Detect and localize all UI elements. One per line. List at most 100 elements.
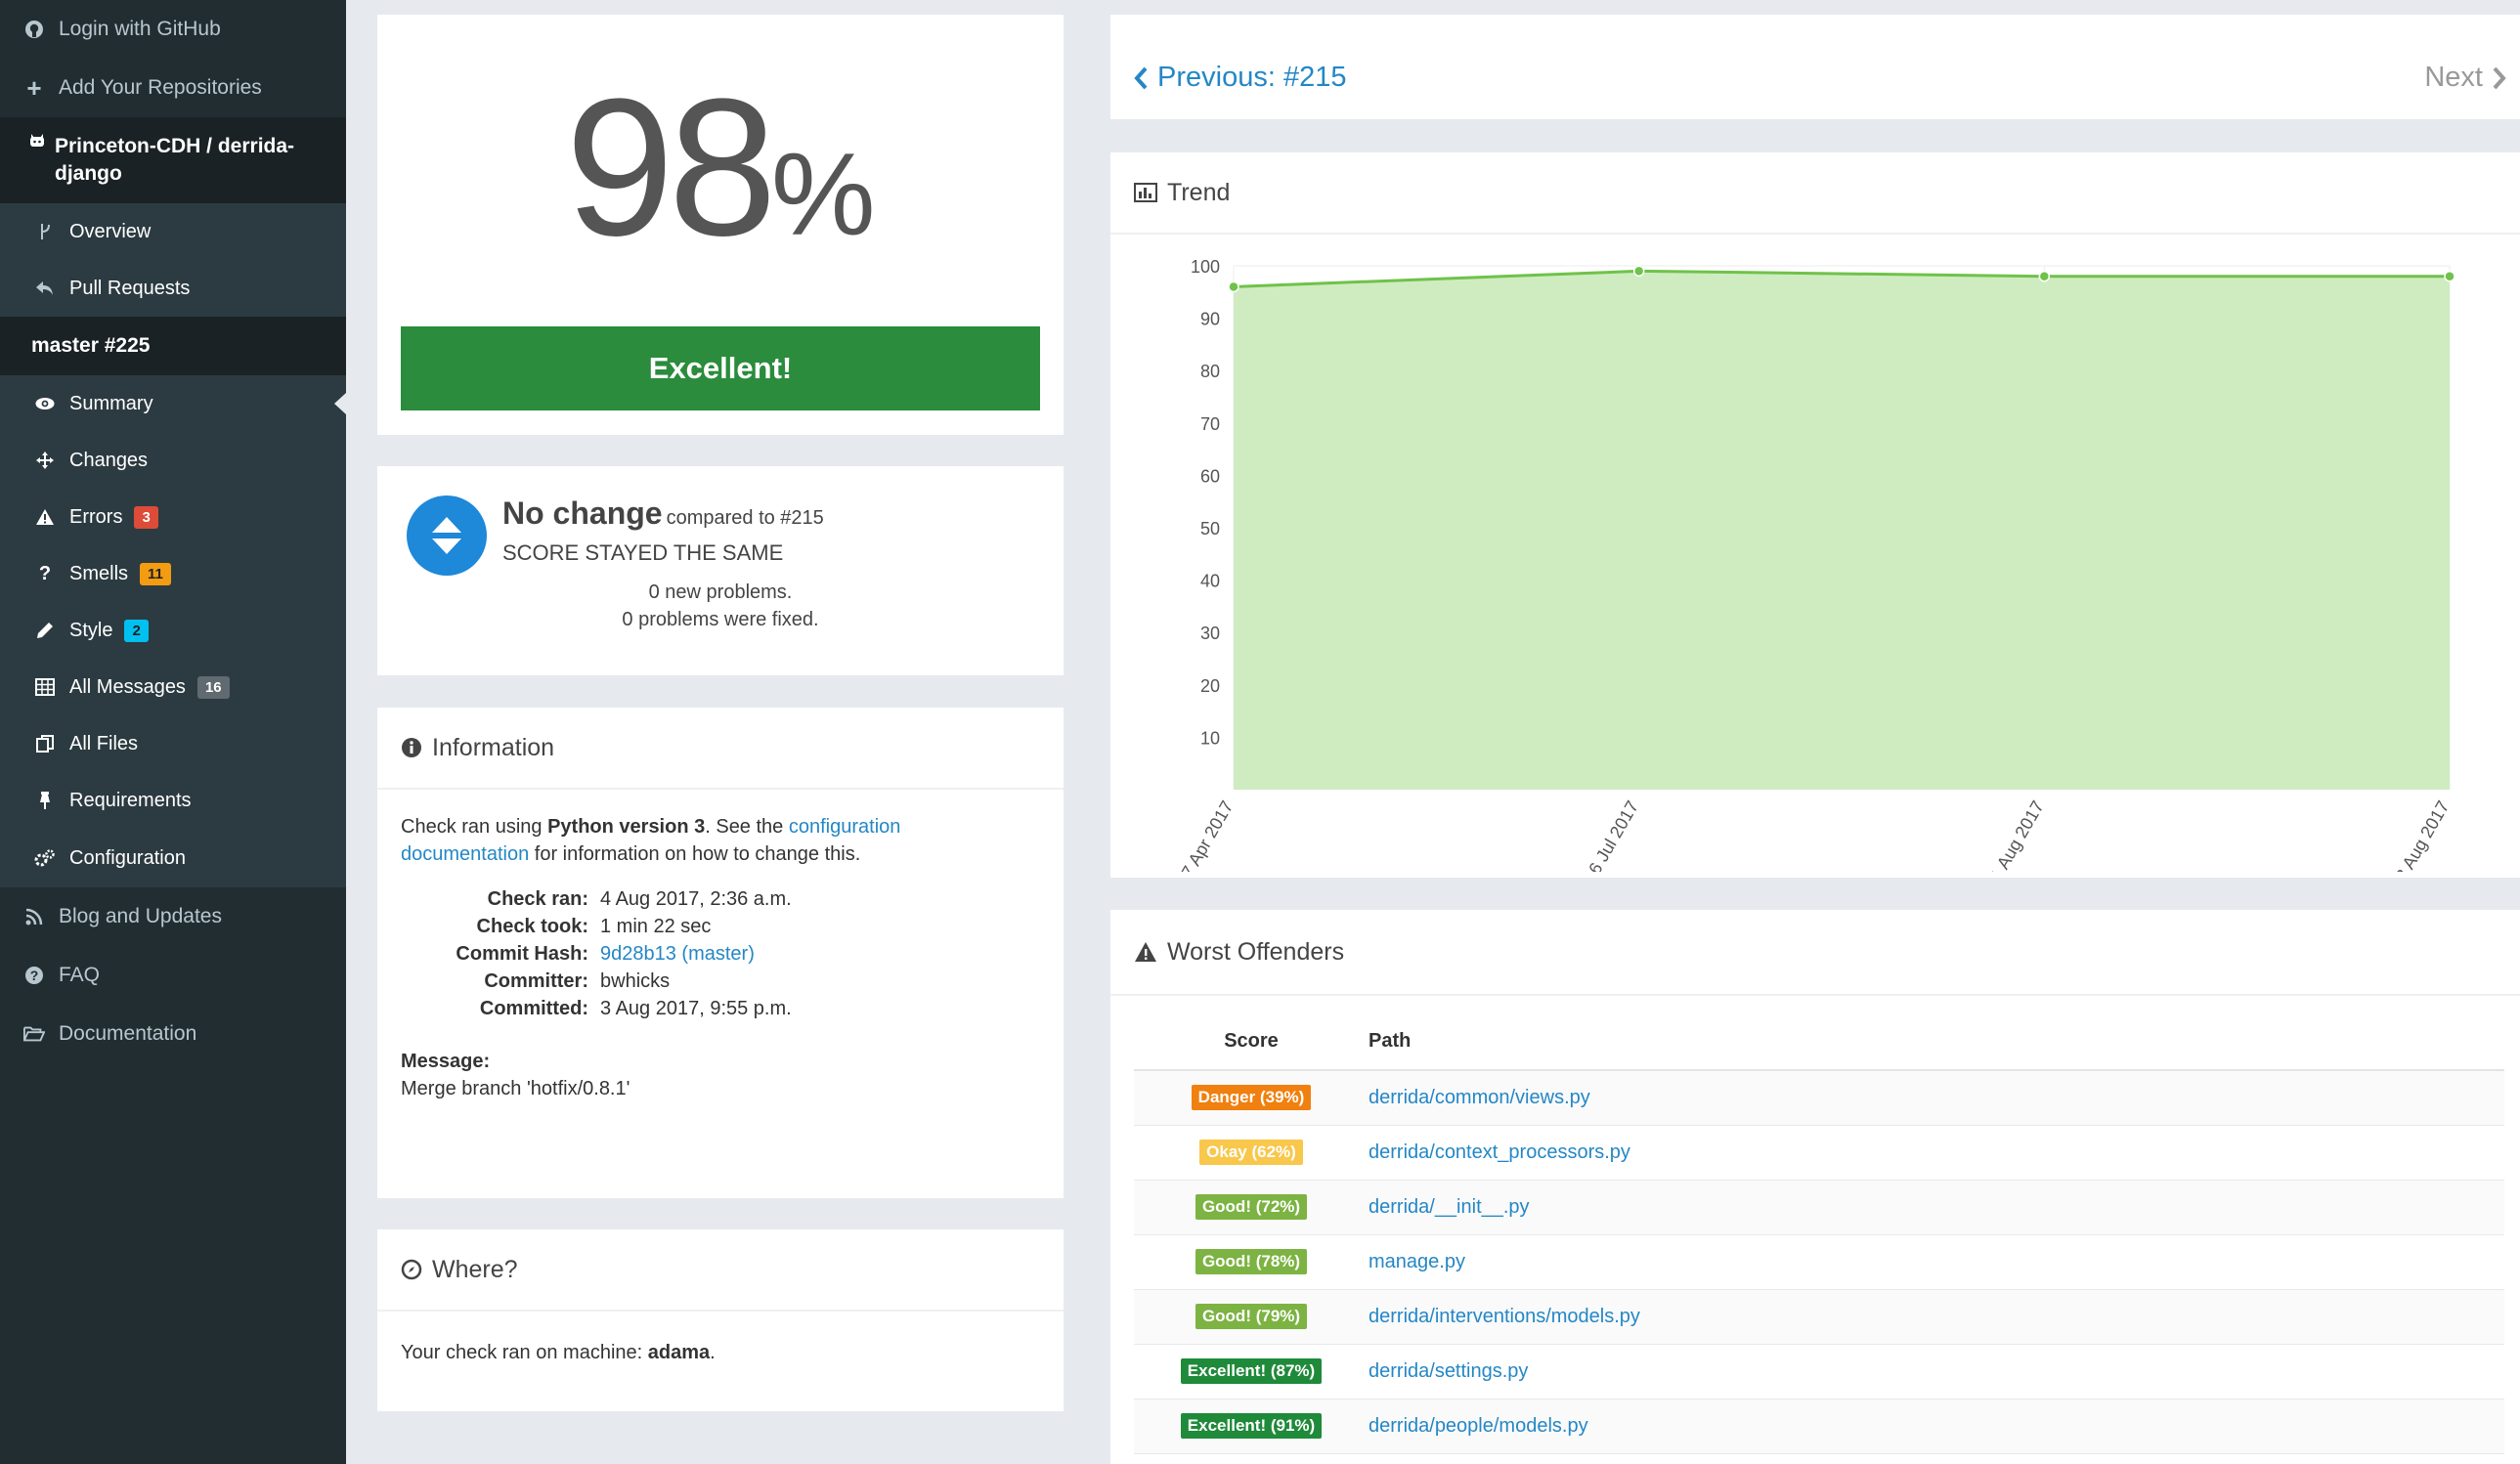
score-label: Excellent! (91%): [1180, 1413, 1323, 1439]
table-icon: [34, 678, 56, 696]
y-tick-label: 20: [1200, 676, 1220, 696]
score-value: 98%: [565, 59, 876, 277]
blog-link[interactable]: Blog and Updates: [0, 887, 346, 946]
sidebar-item-label: Requirements: [69, 789, 192, 811]
sidebar-item-label: Overview: [69, 220, 152, 242]
file-path-link[interactable]: manage.py: [1369, 1251, 1465, 1272]
x-tick-label: 27 Apr 2017: [1173, 797, 1238, 872]
add-repositories-label: Add Your Repositories: [59, 76, 262, 99]
data-point: [2038, 270, 2051, 282]
add-repositories-link[interactable]: + Add Your Repositories: [0, 59, 346, 117]
detail-key: Committer:: [484, 970, 588, 992]
sidebar-item-style[interactable]: Style 2: [0, 602, 346, 659]
information-title: Information: [432, 733, 555, 761]
file-path-link[interactable]: derrida/__init__.py: [1369, 1196, 1530, 1218]
svg-text:?: ?: [30, 968, 39, 983]
file-path-link[interactable]: derrida/common/views.py: [1369, 1087, 1590, 1108]
pin-icon: [34, 791, 56, 810]
gears-icon: [34, 848, 56, 868]
commit-hash-link[interactable]: 9d28b13 (master): [600, 940, 1040, 968]
y-tick-label: 70: [1200, 414, 1220, 434]
score-unit: %: [770, 129, 876, 260]
sidebar-item-errors[interactable]: Errors 3: [0, 489, 346, 545]
file-path-link[interactable]: derrida/settings.py: [1369, 1360, 1528, 1382]
sidebar-item-requirements[interactable]: Requirements: [0, 772, 346, 829]
sidebar-item-smells[interactable]: ? Smells 11: [0, 545, 346, 602]
octocat-icon: [29, 133, 45, 149]
arrows-icon: [34, 451, 56, 470]
plus-icon: +: [26, 72, 42, 103]
folder-open-icon: [23, 1025, 45, 1043]
y-tick-label: 10: [1200, 728, 1220, 748]
information-header: Information: [377, 708, 1064, 790]
previous-build-label: Previous: #215: [1157, 62, 1347, 93]
compass-icon: [401, 1259, 422, 1280]
style-badge: 2: [124, 619, 149, 642]
detail-key: Check ran:: [487, 888, 588, 910]
where-title: Where?: [432, 1255, 518, 1283]
sidebar-item-label: Changes: [69, 449, 149, 471]
data-point: [1632, 265, 1645, 278]
score-label: Danger (39%): [1191, 1085, 1312, 1111]
sidebar-item-summary[interactable]: Summary: [0, 375, 346, 432]
documentation-label: Documentation: [59, 1022, 197, 1045]
table-row: Good! (72%) derrida/__init__.py: [1134, 1180, 2504, 1235]
score-rating-banner: Excellent!: [401, 326, 1040, 410]
next-build-link[interactable]: Next: [2424, 62, 2506, 94]
table-row: Excellent! (91%) derrida/people/models.p…: [1134, 1399, 2504, 1454]
y-tick-label: 90: [1200, 310, 1220, 329]
fixed-problems-text: 0 problems were fixed.: [622, 609, 819, 630]
file-path-link[interactable]: derrida/people/models.py: [1369, 1415, 1588, 1437]
repo-name: Princeton-CDH / derrida-django: [55, 135, 295, 185]
change-subtitle: SCORE STAYED THE SAME: [502, 540, 784, 565]
trend-header: Trend: [1110, 152, 2520, 235]
table-header-row: Score Path: [1134, 1013, 2504, 1071]
x-tick-label: 01 Aug 2017: [1981, 797, 2048, 872]
x-tick-label: 06 Jul 2017: [1580, 797, 1642, 872]
branch-name: master #225: [31, 334, 151, 357]
detail-key: Check took:: [476, 916, 588, 937]
question-circle-icon: ?: [23, 966, 45, 985]
sidebar-item-all-messages[interactable]: All Messages 16: [0, 659, 346, 715]
repo-link[interactable]: Princeton-CDH / derrida-django: [0, 117, 346, 203]
branch-link[interactable]: master #225: [0, 317, 346, 375]
faq-label: FAQ: [59, 964, 101, 986]
active-caret-icon: [334, 393, 346, 414]
score-panel: 98% Excellent!: [377, 15, 1064, 435]
faq-link[interactable]: ? FAQ: [0, 946, 346, 1005]
information-body: Check ran using Python version 3. See th…: [377, 790, 1064, 1126]
rss-icon: [23, 908, 45, 926]
file-path-link[interactable]: derrida/interventions/models.py: [1369, 1306, 1640, 1327]
sidebar-item-all-files[interactable]: All Files: [0, 715, 346, 772]
new-problems-text: 0 new problems.: [648, 581, 793, 603]
column-header-score: Score: [1134, 1013, 1369, 1071]
previous-build-link[interactable]: Previous: #215: [1134, 62, 1346, 94]
sidebar-item-changes[interactable]: Changes: [0, 432, 346, 489]
blog-label: Blog and Updates: [59, 905, 222, 927]
table-row: Excellent! (87%) derrida/settings.py: [1134, 1344, 2504, 1399]
sidebar-item-overview[interactable]: Overview: [0, 203, 346, 260]
login-github-link[interactable]: Login with GitHub: [0, 0, 346, 59]
question-icon: ?: [38, 562, 52, 584]
detail-key: Committed:: [479, 998, 588, 1019]
documentation-link[interactable]: Documentation: [0, 1005, 346, 1063]
sidebar-item-label: Summary: [69, 392, 153, 414]
sidebar-item-pull-requests[interactable]: Pull Requests: [0, 260, 346, 317]
reply-icon: [34, 280, 56, 297]
y-tick-label: 30: [1200, 624, 1220, 643]
python-version: Python version 3: [547, 816, 706, 838]
login-label: Login with GitHub: [59, 18, 221, 40]
sidebar-item-label: Style: [69, 619, 113, 641]
x-tick-label: 03 Aug 2017: [2387, 797, 2454, 872]
sidebar-item-label: All Files: [69, 732, 139, 754]
change-compared: compared to #215: [666, 507, 824, 529]
sidebar-item-label: Errors: [69, 505, 123, 528]
change-title: No change compared to #215: [502, 495, 824, 531]
file-path-link[interactable]: derrida/context_processors.py: [1369, 1141, 1630, 1163]
github-icon: [23, 20, 45, 39]
sidebar-item-configuration[interactable]: Configuration: [0, 829, 346, 887]
committer-value: bwhicks: [600, 970, 671, 992]
check-ran-value: 4 Aug 2017, 2:36 a.m.: [600, 888, 792, 910]
score-label: Okay (62%): [1199, 1140, 1303, 1165]
sidebar-item-label: Smells: [69, 562, 129, 584]
